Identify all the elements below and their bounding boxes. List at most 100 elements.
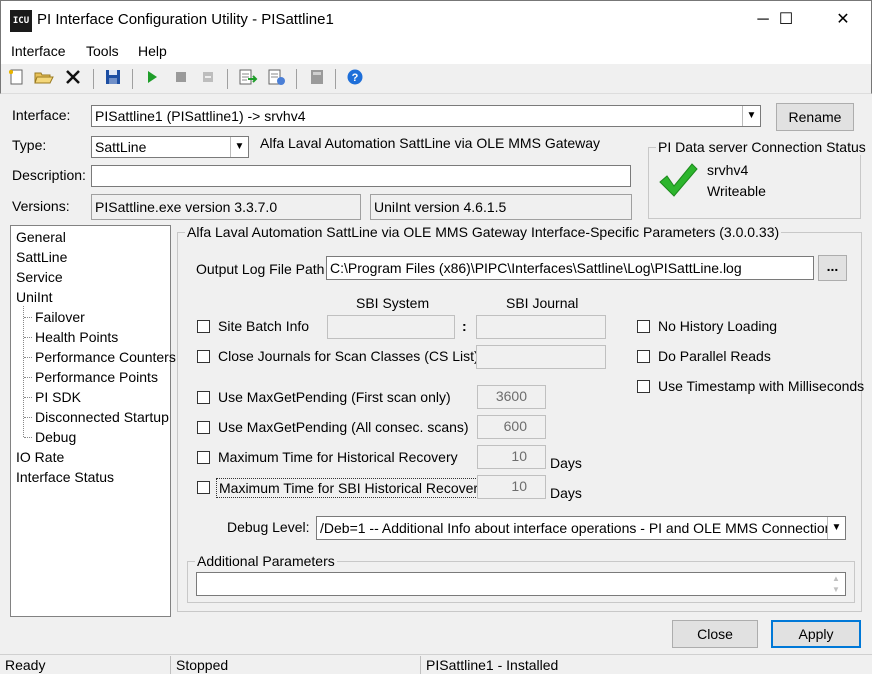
max-time-hist-checkbox[interactable] [197,451,210,464]
tree-connector [24,317,32,318]
description-input[interactable] [91,165,631,187]
export-icon[interactable] [237,68,259,90]
use-maxget-all-input[interactable]: 600 [477,415,546,439]
chevron-down-icon[interactable]: ▼ [230,137,248,157]
help-icon[interactable]: ? [344,68,366,90]
parallel-reads-checkbox[interactable] [637,350,650,363]
interface-label: Interface: [12,107,71,123]
title-bar: ICU PI Interface Configuration Utility -… [0,0,872,40]
max-time-hist-label: Maximum Time for Historical Recovery [218,449,458,465]
tree-item-general[interactable]: General [16,229,66,245]
server-status-title: PI Data server Connection Status [656,139,868,155]
browse-button[interactable]: ... [818,255,847,281]
use-maxget-all-checkbox[interactable] [197,421,210,434]
parallel-reads-label: Do Parallel Reads [658,348,771,364]
output-log-label: Output Log File Path : [196,261,333,277]
apply-button[interactable]: Apply [771,620,861,648]
tree-item-service[interactable]: Service [16,269,63,285]
menu-interface[interactable]: Interface [11,43,65,59]
debug-level-value: /Deb=1 -- Additional Info about interfac… [320,520,840,536]
type-select[interactable]: SattLine ▼ [91,136,249,158]
output-log-input[interactable]: C:\Program Files (x86)\PIPC\Interfaces\S… [326,256,814,280]
tree-item-interface-status[interactable]: Interface Status [16,469,114,485]
interface-select[interactable]: PISattline1 (PISattline1) -> srvhv4 ▼ [91,105,761,127]
use-maxget-all-label: Use MaxGetPending (All consec. scans) [218,419,469,435]
tree-item-failover[interactable]: Failover [35,309,85,325]
open-icon[interactable] [33,68,55,90]
stop-icon[interactable] [170,68,192,90]
no-history-label: No History Loading [658,318,778,334]
days-label-hist: Days [550,455,582,471]
navigation-tree: General SattLine Service UniInt Failover… [10,225,176,617]
close-window-button[interactable]: ✕ [819,1,867,39]
tree-item-sattline[interactable]: SattLine [16,249,67,265]
debug-level-label: Debug Level: [227,519,310,535]
type-select-value: SattLine [95,139,147,155]
tree-connector [24,377,32,378]
sbi-system-header: SBI System [356,295,430,311]
server-state: Writeable [707,183,766,199]
chevron-down-icon[interactable]: ▼ [742,106,760,126]
rename-button[interactable]: Rename [776,103,854,131]
tree-connector [24,337,32,338]
menu-tools[interactable]: Tools [86,43,119,59]
no-history-checkbox[interactable] [637,320,650,333]
use-maxget-first-checkbox[interactable] [197,391,210,404]
tree-item-performance-points[interactable]: Performance Points [35,369,158,385]
debug-level-select[interactable]: /Deb=1 -- Additional Info about interfac… [316,516,846,540]
restart-icon[interactable] [197,68,219,90]
tree-item-pi-sdk[interactable]: PI SDK [35,389,81,405]
svg-text:?: ? [352,72,359,84]
close-journals-checkbox[interactable] [197,350,210,363]
close-journals-input[interactable] [476,345,606,369]
params-group-title: Alfa Laval Automation SattLine via OLE M… [185,224,782,240]
check-icon [659,163,698,197]
max-time-sbi-input[interactable]: 10 [477,475,546,499]
tree-item-disconnected-startup[interactable]: Disconnected Startup [35,409,169,425]
sbi-journal-header: SBI Journal [506,295,579,311]
timestamp-ms-label: Use Timestamp with Milliseconds [658,378,865,394]
app-icon: ICU [10,10,32,32]
max-time-hist-input[interactable]: 10 [477,445,546,469]
delete-icon[interactable] [62,68,84,90]
toolbar: ? [0,64,872,94]
scrollbar[interactable]: ▲ ▼ [828,573,844,595]
max-time-sbi-label: Maximum Time for SBI Historical Recovery [216,478,489,498]
tree-item-uniint[interactable]: UniInt [16,289,53,305]
tree-connector [24,397,32,398]
start-icon[interactable] [141,68,163,90]
maximize-button[interactable]: ☐ [762,1,810,39]
service-icon[interactable] [306,68,328,90]
menu-help[interactable]: Help [138,43,167,59]
site-batch-info-checkbox[interactable] [197,320,210,333]
use-maxget-first-input[interactable]: 3600 [477,385,546,409]
tree-item-performance-counters[interactable]: Performance Counters [35,349,176,365]
close-journals-label: Close Journals for Scan Classes (CS List… [218,348,479,364]
tree-connector [24,357,32,358]
tree-item-debug[interactable]: Debug [35,429,76,445]
tree-item-health-points[interactable]: Health Points [35,329,118,345]
new-icon[interactable] [6,68,28,90]
save-icon[interactable] [102,68,124,90]
toolbar-separator [227,69,228,89]
timestamp-ms-checkbox[interactable] [637,380,650,393]
menu-bar: Interface Tools Help [0,40,872,64]
sbi-colon: : [462,318,467,334]
sbi-system-input[interactable] [327,315,455,339]
close-button[interactable]: Close [672,620,758,648]
max-time-sbi-checkbox[interactable] [197,481,210,494]
window-title: PI Interface Configuration Utility - PIS… [37,11,334,28]
type-description: Alfa Laval Automation SattLine via OLE M… [260,135,601,151]
toolbar-separator [132,69,133,89]
chevron-down-icon[interactable]: ▼ [827,517,845,539]
import-icon[interactable] [266,68,288,90]
server-name: srvhv4 [707,162,749,178]
version-exe: PISattline.exe version 3.3.7.0 [91,194,361,220]
sbi-journal-input[interactable] [476,315,606,339]
tree-item-io-rate[interactable]: IO Rate [16,449,64,465]
status-service: Stopped [171,656,421,674]
interface-select-value: PISattline1 (PISattline1) -> srvhv4 [95,108,306,124]
additional-params-input[interactable] [196,572,846,596]
additional-params-title: Additional Parameters [195,553,337,569]
versions-label: Versions: [12,198,70,214]
